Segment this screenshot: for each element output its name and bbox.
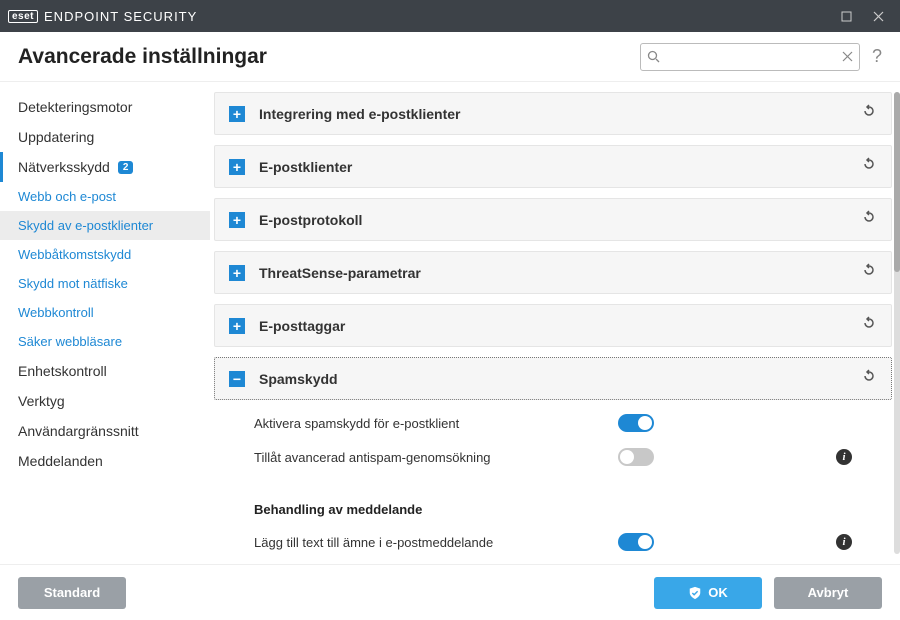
reset-button[interactable] xyxy=(861,156,877,177)
sidebar-item-meddelanden[interactable]: Meddelanden xyxy=(0,446,210,476)
sidebar-item-label: Webbkontroll xyxy=(18,305,94,320)
footer: Standard OK Avbryt xyxy=(0,564,900,620)
sidebar-item-label: Skydd mot nätfiske xyxy=(18,276,128,291)
sidebar-item-natverksskydd[interactable]: Nätverksskydd 2 xyxy=(0,152,210,182)
add-text-label: Lägg till text till ämne i e-postmeddela… xyxy=(254,535,618,550)
undo-icon xyxy=(861,103,877,119)
brand-box: eset xyxy=(8,10,38,23)
shield-icon xyxy=(688,586,702,600)
sidebar-item-label: Meddelanden xyxy=(18,453,103,469)
panel-epostprotokoll[interactable]: + E-postprotokoll xyxy=(214,198,892,241)
add-text-toggle[interactable] xyxy=(618,533,654,551)
undo-icon xyxy=(861,209,877,225)
row-text: Text i xyxy=(254,559,852,564)
row-add-text: Lägg till text till ämne i e-postmeddela… xyxy=(254,525,852,559)
sidebar-item-detekteringsmotor[interactable]: Detekteringsmotor xyxy=(0,92,210,122)
sidebar-item-webbatkomstskydd[interactable]: Webbåtkomstskydd xyxy=(0,240,210,269)
sidebar-item-enhetskontroll[interactable]: Enhetskontroll xyxy=(0,356,210,386)
panel-title: E-postprotokoll xyxy=(259,212,847,228)
section-heading: Behandling av meddelande xyxy=(254,482,618,517)
reset-button[interactable] xyxy=(861,368,877,389)
panel-title: E-postklienter xyxy=(259,159,847,175)
row-allow-advanced: Tillåt avancerad antispam-genomsökning i xyxy=(254,440,852,474)
sidebar: Detekteringsmotor Uppdatering Nätverkssk… xyxy=(0,82,210,564)
window-maximize-button[interactable] xyxy=(832,0,860,32)
content-area: + Integrering med e-postklienter + E-pos… xyxy=(210,82,900,564)
undo-icon xyxy=(861,156,877,172)
panel-epostklienter[interactable]: + E-postklienter xyxy=(214,145,892,188)
expand-icon: + xyxy=(229,159,245,175)
clear-search-icon[interactable] xyxy=(842,51,853,62)
undo-icon xyxy=(861,368,877,384)
close-icon xyxy=(873,11,884,22)
panel-title: ThreatSense-parametrar xyxy=(259,265,847,281)
panel-title: Integrering med e-postklienter xyxy=(259,106,847,122)
search-icon xyxy=(647,50,660,63)
info-icon[interactable]: i xyxy=(836,449,852,465)
sidebar-item-label: Webb och e-post xyxy=(18,189,116,204)
expand-icon: + xyxy=(229,212,245,228)
cancel-button[interactable]: Avbryt xyxy=(774,577,882,609)
ok-button[interactable]: OK xyxy=(654,577,762,609)
scrollbar[interactable] xyxy=(894,92,900,554)
sidebar-item-webb-och-epost[interactable]: Webb och e-post xyxy=(0,182,210,211)
sidebar-item-verktyg[interactable]: Verktyg xyxy=(0,386,210,416)
window-close-button[interactable] xyxy=(864,0,892,32)
page-title: Avancerade inställningar xyxy=(18,45,640,69)
cancel-button-label: Avbryt xyxy=(808,585,849,600)
sidebar-item-label: Säker webbläsare xyxy=(18,334,122,349)
sidebar-item-uppdatering[interactable]: Uppdatering xyxy=(0,122,210,152)
sidebar-item-label: Skydd av e-postklienter xyxy=(18,218,153,233)
enable-spam-toggle[interactable] xyxy=(618,414,654,432)
page-header: Avancerade inställningar ? xyxy=(0,32,900,82)
search-input[interactable] xyxy=(666,50,836,64)
sidebar-item-label: Detekteringsmotor xyxy=(18,99,132,115)
panel-spamskydd[interactable]: − Spamskydd xyxy=(214,357,892,400)
default-button[interactable]: Standard xyxy=(18,577,126,609)
default-button-label: Standard xyxy=(44,585,100,600)
panel-title: E-posttaggar xyxy=(259,318,847,334)
help-button[interactable]: ? xyxy=(872,46,882,67)
panel-eposttaggar[interactable]: + E-posttaggar xyxy=(214,304,892,347)
allow-advanced-label: Tillåt avancerad antispam-genomsökning xyxy=(254,450,618,465)
row-enable-spam: Aktivera spamskydd för e-postklient xyxy=(254,406,852,440)
panel-spamskydd-body: Aktivera spamskydd för e-postklient Till… xyxy=(214,400,892,564)
collapse-icon: − xyxy=(229,371,245,387)
maximize-icon xyxy=(841,11,852,22)
search-box[interactable] xyxy=(640,43,860,71)
reset-button[interactable] xyxy=(861,262,877,283)
undo-icon xyxy=(861,262,877,278)
sidebar-badge: 2 xyxy=(118,161,134,174)
allow-advanced-toggle[interactable] xyxy=(618,448,654,466)
sidebar-item-skydd-mot-natfiske[interactable]: Skydd mot nätfiske xyxy=(0,269,210,298)
panel-integrering[interactable]: + Integrering med e-postklienter xyxy=(214,92,892,135)
product-name: ENDPOINT SECURITY xyxy=(44,9,197,24)
expand-icon: + xyxy=(229,265,245,281)
panel-title: Spamskydd xyxy=(259,371,847,387)
sidebar-item-label: Verktyg xyxy=(18,393,65,409)
sidebar-item-saker-webblasare[interactable]: Säker webbläsare xyxy=(0,327,210,356)
reset-button[interactable] xyxy=(861,315,877,336)
section-heading-row: Behandling av meddelande xyxy=(254,474,852,525)
sidebar-item-anvandargranssnitt[interactable]: Användargränssnitt xyxy=(0,416,210,446)
reset-button[interactable] xyxy=(861,209,877,230)
sidebar-item-skydd-av-epostklienter[interactable]: Skydd av e-postklienter xyxy=(0,211,210,240)
reset-button[interactable] xyxy=(861,103,877,124)
expand-icon: + xyxy=(229,318,245,334)
panel-threatsense[interactable]: + ThreatSense-parametrar xyxy=(214,251,892,294)
enable-spam-label: Aktivera spamskydd för e-postklient xyxy=(254,416,618,431)
undo-icon xyxy=(861,315,877,331)
sidebar-item-label: Uppdatering xyxy=(18,129,94,145)
brand-logo: eset ENDPOINT SECURITY xyxy=(8,9,197,24)
sidebar-item-webbkontroll[interactable]: Webbkontroll xyxy=(0,298,210,327)
info-icon[interactable]: i xyxy=(836,534,852,550)
ok-button-label: OK xyxy=(708,585,728,600)
scrollbar-thumb[interactable] xyxy=(894,92,900,272)
titlebar: eset ENDPOINT SECURITY xyxy=(0,0,900,32)
sidebar-item-label: Enhetskontroll xyxy=(18,363,107,379)
expand-icon: + xyxy=(229,106,245,122)
sidebar-item-label: Nätverksskydd xyxy=(18,159,110,175)
sidebar-item-label: Användargränssnitt xyxy=(18,423,139,439)
sidebar-item-label: Webbåtkomstskydd xyxy=(18,247,131,262)
